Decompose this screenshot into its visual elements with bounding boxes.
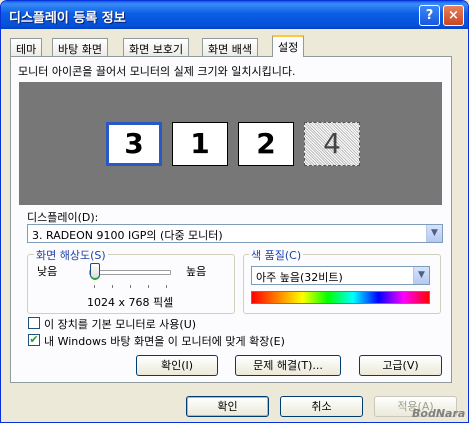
monitor-arrangement-area[interactable] <box>19 82 442 205</box>
extend-desktop-checkbox[interactable]: ✔ <box>28 334 40 346</box>
tab-screensaver[interactable]: 화면 보호기 <box>123 38 190 56</box>
display-label: 디스플레이(D): <box>27 211 99 224</box>
watermark-text: BodNara <box>412 407 466 420</box>
tab-desktop[interactable]: 바탕 화면 <box>52 38 108 56</box>
cancel-button[interactable]: 취소 <box>280 396 363 417</box>
slider-tick <box>130 285 131 288</box>
primary-monitor-label[interactable]: 이 장치를 기본 모니터로 사용(U) <box>44 316 196 332</box>
color-spectrum-bar <box>251 291 430 304</box>
resolution-high-label: 높음 <box>186 265 207 278</box>
resolution-value: 1024 x 768 픽셀 <box>87 296 174 309</box>
close-button[interactable]: × <box>443 5 464 26</box>
display-select-value: 3. RADEON 9100 IGP의 (다중 모니터) <box>32 229 223 242</box>
primary-monitor-checkbox[interactable] <box>28 317 40 329</box>
advanced-button[interactable]: 고급(V) <box>359 355 442 376</box>
tab-themes[interactable]: 테마 <box>10 38 43 56</box>
monitor-icon-3[interactable]: 3 <box>106 122 162 166</box>
color-quality-value: 아주 높음(32비트) <box>256 271 343 284</box>
title-bar[interactable]: 디스플레이 등록 정보 ? × <box>1 1 468 29</box>
troubleshoot-button[interactable]: 문제 해결(T)... <box>235 355 341 376</box>
instruction-text: 모니터 아이콘을 끌어서 모니터의 실제 크기와 일치시킵니다. <box>18 65 296 78</box>
color-quality-title: 색 품질(C) <box>249 247 304 263</box>
slider-tick <box>94 285 95 288</box>
color-quality-select[interactable]: 아주 높음(32비트) ▼ <box>251 266 430 285</box>
monitor-icon-2[interactable]: 2 <box>238 122 294 166</box>
slider-tick <box>166 285 167 288</box>
window-title: 디스플레이 등록 정보 <box>9 11 126 26</box>
resolution-slider-thumb[interactable] <box>90 263 100 280</box>
display-select[interactable]: 3. RADEON 9100 IGP의 (다중 모니터) ▼ <box>27 224 443 243</box>
ok-button[interactable]: 확인 <box>186 396 269 417</box>
help-button[interactable]: ? <box>419 5 440 26</box>
display-properties-window: 디스플레이 등록 정보 ? × 테마 바탕 화면 화면 보호기 화면 배색 설정… <box>0 0 469 423</box>
identify-button[interactable]: 확인(I) <box>136 355 218 376</box>
chevron-down-icon[interactable]: ▼ <box>413 267 429 284</box>
monitor-icon-4[interactable]: 4 <box>304 122 360 166</box>
monitor-icon-1[interactable]: 1 <box>172 122 228 166</box>
slider-tick <box>112 285 113 288</box>
resolution-title: 화면 해상도(S) <box>34 247 108 263</box>
resolution-low-label: 낮음 <box>37 265 58 278</box>
resolution-slider-track[interactable] <box>89 270 171 275</box>
extend-desktop-label[interactable]: 내 Windows 바탕 화면을 이 모니터에 맞게 확장(E) <box>44 333 285 349</box>
tab-settings[interactable]: 설정 <box>272 35 305 57</box>
tab-appearance[interactable]: 화면 배색 <box>202 38 258 56</box>
slider-tick <box>148 285 149 288</box>
chevron-down-icon[interactable]: ▼ <box>426 225 442 242</box>
